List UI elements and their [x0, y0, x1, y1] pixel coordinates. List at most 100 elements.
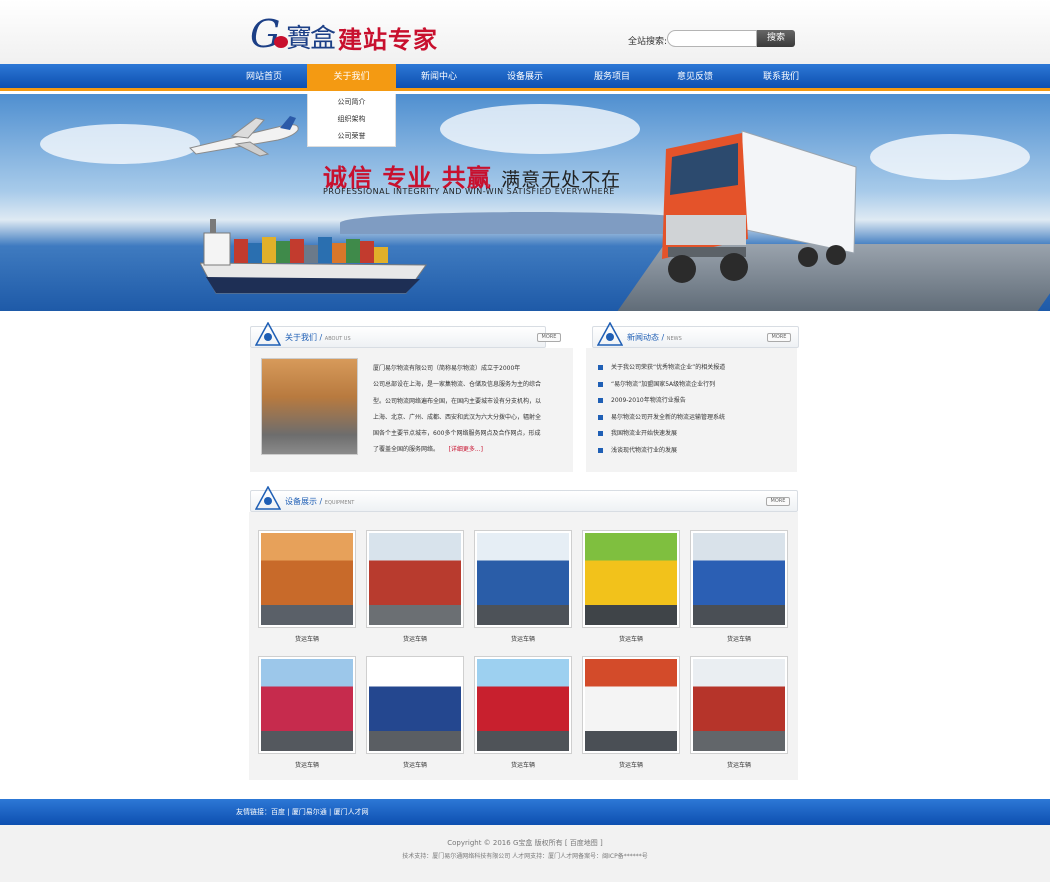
about-panel-header: 关于我们 / ABOUT US MORE — [250, 322, 561, 348]
friend-links: 友情链接：百度 | 厦门易尔通 | 厦门人才网 — [236, 808, 369, 816]
nav-item-contact[interactable]: 联系我们 — [737, 64, 825, 91]
truck-photo — [693, 659, 785, 751]
dropdown-item-structure[interactable]: 组织架构 — [308, 111, 395, 128]
tech-support: 技术支持：厦门易尔通网络科技有限公司 人才网支持：厦门人才网备案号：闽ICP备*… — [402, 853, 648, 860]
news-panel-header: 新闻动态 / NEWS MORE — [592, 322, 799, 348]
equipment-caption[interactable]: 货运车辆 — [366, 760, 464, 769]
logo-name: 寶盒 — [286, 24, 336, 54]
about-line: 公司总部设在上海，是一家集物流、仓储及信息服务为主的综合 — [373, 381, 542, 389]
equipment-caption[interactable]: 货运车辆 — [690, 634, 788, 643]
nav-item-home[interactable]: 网站首页 — [220, 64, 308, 91]
copyright: Copyright © 2016 G宝盒 版权所有 [ 百度地图 ] — [447, 839, 603, 847]
news-list: 关于我公司荣获“优秀物流企业”的相关报道 “易尔物流”加盟国家5A级物流企业行列… — [598, 360, 790, 460]
equipment-caption[interactable]: 货运车辆 — [258, 634, 356, 643]
equipment-thumb[interactable] — [582, 656, 680, 754]
friend-link[interactable]: 厦门人才网 — [334, 808, 369, 816]
equipment-title-text: 设备展示 — [285, 497, 317, 506]
equipment-thumb[interactable] — [582, 530, 680, 628]
nav-item-equipment[interactable]: 设备展示 — [481, 64, 569, 91]
equipment-panel-header: 设备展示 / EQUIPMENT MORE — [250, 486, 798, 512]
about-line: 国各个主要节点城市，600多个网络服务网点及合作网点，形成 — [373, 430, 541, 438]
section-triangle-icon — [597, 322, 623, 346]
nav-item-about[interactable]: 关于我们 — [307, 64, 396, 91]
about-line: 型。公司物流网络遍布全国，在国内主要城市设有分支机构，以 — [373, 397, 542, 405]
news-item[interactable]: 2009-2010年物流行业报告 — [598, 393, 790, 410]
truck-photo — [369, 659, 461, 751]
about-truck-image — [261, 358, 358, 455]
equipment-caption[interactable]: 货运车辆 — [474, 760, 572, 769]
section-triangle-icon — [255, 322, 281, 346]
about-more-link[interactable]: [详细更多...] — [449, 446, 483, 453]
site-logo[interactable]: G 寶盒 建站专家 — [250, 12, 460, 56]
friend-links-label: 友情链接： — [236, 808, 271, 816]
about-line: 上海、北京、广州、成都、西安和武汉为六大分拨中心，辐射全 — [373, 413, 542, 421]
nav-item-services[interactable]: 服务项目 — [568, 64, 656, 91]
news-item[interactable]: 我国物流业开始快速发展 — [598, 426, 790, 443]
search-input[interactable] — [667, 30, 757, 47]
equipment-thumb[interactable] — [258, 656, 356, 754]
truck-icon — [662, 130, 857, 283]
about-title-text: 关于我们 — [285, 333, 317, 342]
friend-link[interactable]: 厦门易尔通 — [292, 808, 327, 816]
news-item[interactable]: 关于我公司荣获“优秀物流企业”的相关报道 — [598, 360, 790, 377]
cloud-shape — [440, 104, 640, 154]
news-item[interactable]: 浅谈现代物流行业的发展 — [598, 443, 790, 460]
equipment-thumb[interactable] — [366, 530, 464, 628]
about-line-text: 了覆盖全国的服务网络。 — [373, 446, 440, 454]
truck-photo — [477, 533, 569, 625]
truck-photo — [261, 533, 353, 625]
nav-item-feedback[interactable]: 意见反馈 — [651, 64, 739, 91]
news-subtitle: NEWS — [666, 336, 682, 342]
logo-letter: G — [250, 12, 281, 56]
footer-links-bar — [0, 799, 1050, 825]
equipment-thumb[interactable] — [474, 656, 572, 754]
equipment-caption[interactable]: 货运车辆 — [474, 634, 572, 643]
news-more-button[interactable]: MORE — [767, 333, 791, 342]
equipment-more-button[interactable]: MORE — [766, 497, 790, 506]
truck-photo — [477, 659, 569, 751]
logo-slogan: 建站专家 — [338, 25, 438, 54]
friend-link[interactable]: 百度 — [271, 808, 285, 816]
news-item[interactable]: “易尔物流”加盟国家5A级物流企业行列 — [598, 377, 790, 394]
search-button[interactable]: 搜索 — [757, 30, 795, 47]
dropdown-item-honors[interactable]: 公司荣誉 — [308, 128, 395, 145]
nav-item-news[interactable]: 新闻中心 — [395, 64, 483, 91]
equipment-title: 设备展示 / EQUIPMENT — [285, 497, 355, 506]
hero-banner: 诚信 专业 共赢 满意无处不在 PROFESSIONAL INTEGRITY A… — [0, 94, 1050, 311]
equipment-caption[interactable]: 货运车辆 — [258, 760, 356, 769]
equipment-thumb[interactable] — [366, 656, 464, 754]
search-label: 全站搜索: — [628, 37, 668, 47]
about-dropdown-menu: 公司简介 组织架构 公司荣誉 — [307, 94, 396, 147]
truck-photo — [369, 533, 461, 625]
about-text: 厦门易尔物流有限公司（简称易尔物流）成立于2000年 公司总部设在上海，是一家集… — [373, 361, 561, 459]
airplane-icon — [189, 116, 299, 157]
equipment-thumb[interactable] — [690, 530, 788, 628]
news-title: 新闻动态 / NEWS — [627, 333, 682, 342]
equipment-thumb[interactable] — [258, 530, 356, 628]
truck-photo — [693, 533, 785, 625]
section-triangle-icon — [255, 486, 281, 510]
about-more-button[interactable]: MORE — [537, 333, 561, 342]
cargo-ship-icon — [200, 219, 427, 294]
about-line: 了覆盖全国的服务网络。 [详细更多...] — [373, 442, 561, 458]
main-nav: 网站首页 关于我们 新闻中心 设备展示 服务项目 意见反馈 联系我们 — [0, 64, 1050, 91]
cloud-shape — [40, 124, 200, 164]
cloud-shape — [870, 134, 1030, 180]
equipment-subtitle: EQUIPMENT — [324, 500, 355, 506]
truck-photo — [261, 659, 353, 751]
equipment-thumb[interactable] — [690, 656, 788, 754]
equipment-caption[interactable]: 货运车辆 — [690, 760, 788, 769]
dropdown-item-profile[interactable]: 公司简介 — [308, 94, 395, 111]
news-item[interactable]: 易尔物流公司开发全新的物流运输管理系统 — [598, 410, 790, 427]
equipment-caption[interactable]: 货运车辆 — [366, 634, 464, 643]
header: G 寶盒 建站专家 全站搜索: 搜索 — [0, 0, 1050, 64]
equipment-thumb[interactable] — [474, 530, 572, 628]
truck-photo — [585, 659, 677, 751]
truck-photo — [585, 533, 677, 625]
news-title-text: 新闻动态 — [627, 333, 659, 342]
equipment-caption[interactable]: 货运车辆 — [582, 634, 680, 643]
about-line: 厦门易尔物流有限公司（简称易尔物流）成立于2000年 — [373, 365, 521, 372]
about-title: 关于我们 / ABOUT US — [285, 333, 351, 342]
about-subtitle: ABOUT US — [324, 336, 351, 342]
equipment-caption[interactable]: 货运车辆 — [582, 760, 680, 769]
